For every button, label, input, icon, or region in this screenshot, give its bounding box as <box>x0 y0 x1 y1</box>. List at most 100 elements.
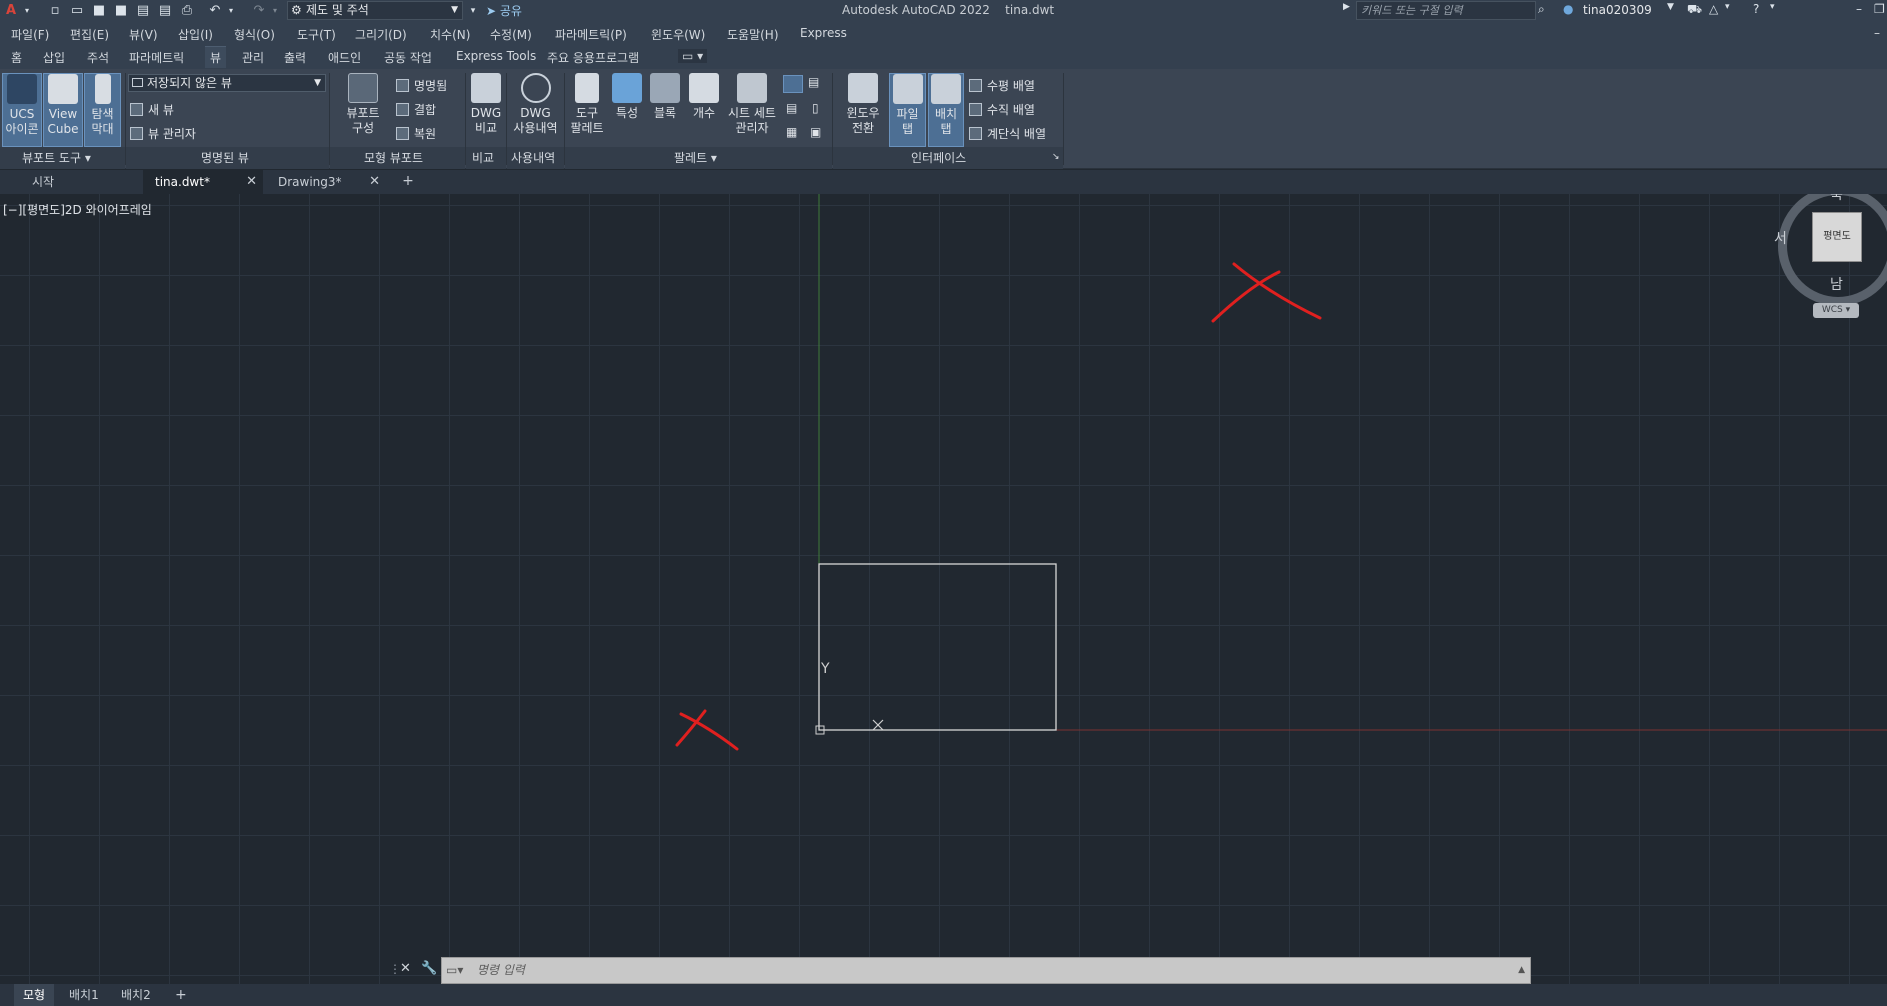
drawing-canvas[interactable]: [−][평면도]2D 와이어프레임 Y 평면도 북 남 <box>0 194 1887 984</box>
cascade-button[interactable]: 계단식 배열 <box>969 125 1046 142</box>
menu-parametric[interactable]: 파라메트릭(P) <box>555 26 627 43</box>
tab-parametric[interactable]: 파라메트릭 <box>129 49 184 66</box>
open-web-icon[interactable]: ▤ <box>134 2 152 20</box>
tab-collaborate[interactable]: 공동 작업 <box>384 49 432 66</box>
tab-express-tools[interactable]: Express Tools <box>456 49 536 63</box>
file-tab-drawing3[interactable]: Drawing3* ✕ <box>266 170 386 194</box>
tab-output[interactable]: 출력 <box>284 49 306 66</box>
autodesk-a360-icon[interactable]: △ <box>1709 2 1718 16</box>
ucs-icon-button[interactable]: UCS 아이콘 <box>2 73 42 147</box>
wrench-icon[interactable]: 🔧 <box>421 961 437 976</box>
user-icon[interactable]: ● <box>1563 2 1573 16</box>
command-history-icon[interactable]: ▭▾ <box>446 958 463 983</box>
chevron-down-icon[interactable]: ▾ <box>1725 2 1730 12</box>
compass-north[interactable]: 북 <box>1830 194 1843 204</box>
tab-featured-apps[interactable]: 주요 응용프로그램 <box>547 49 639 66</box>
close-icon[interactable]: ✕ <box>369 170 380 194</box>
drawn-rectangle[interactable] <box>819 564 1056 730</box>
named-viewports-button[interactable]: 명명됨 <box>396 77 447 94</box>
close-icon[interactable]: ✕ <box>400 961 411 976</box>
command-input[interactable]: ▭▾ 명령 입력 ▲ <box>441 957 1531 984</box>
chevron-right-icon[interactable]: ▶ <box>1343 2 1350 12</box>
block-button[interactable]: 블록 <box>647 73 683 121</box>
open-folder-icon[interactable]: ▭ <box>68 2 86 20</box>
undo-dropdown-icon[interactable]: ▾ <box>222 2 240 20</box>
close-drawing-icon[interactable]: – <box>1874 26 1880 40</box>
chevron-down-icon[interactable]: ▾ <box>1770 2 1775 12</box>
menu-dimension[interactable]: 치수(N) <box>430 26 470 43</box>
user-name[interactable]: tina020309 <box>1583 3 1652 17</box>
viewcube[interactable]: 평면도 북 남 서 <box>1778 194 1887 306</box>
chevron-up-icon[interactable]: ▲ <box>1518 958 1525 983</box>
ribbon-minimize-toggle[interactable]: ▭ ▾ <box>678 49 707 63</box>
restore-icon[interactable]: ❐ <box>1874 2 1885 16</box>
tab-insert[interactable]: 삽입 <box>43 49 65 66</box>
view-manager-button[interactable]: 뷰 관리자 <box>130 125 196 142</box>
panel-label-viewport-tools[interactable]: 뷰포트 도구 ▾ <box>22 149 91 166</box>
menu-modify[interactable]: 수정(M) <box>490 26 532 43</box>
tab-home[interactable]: 홈 <box>11 49 22 66</box>
new-tab-plus-icon[interactable]: + <box>400 174 416 190</box>
restore-viewports-button[interactable]: 복원 <box>396 125 436 142</box>
chevron-down-icon[interactable]: ▾ <box>18 2 36 20</box>
tab-annotate[interactable]: 주석 <box>87 49 109 66</box>
layout-tab-layout1[interactable]: 배치1 <box>60 984 108 1006</box>
calculator-icon[interactable]: ▯ <box>812 101 819 115</box>
join-viewports-button[interactable]: 결합 <box>396 101 436 118</box>
viewcube-button[interactable]: View Cube <box>43 73 83 147</box>
new-view-button[interactable]: 새 뷰 <box>130 101 174 118</box>
command-line-toggle[interactable] <box>783 75 803 93</box>
plot-icon[interactable]: ⎙ <box>178 2 196 20</box>
layout-tab-layout2[interactable]: 배치2 <box>112 984 160 1006</box>
share-button[interactable]: ➤ 공유 <box>486 2 522 19</box>
layout-tab-model[interactable]: 모형 <box>14 984 54 1006</box>
menu-tools[interactable]: 도구(T) <box>297 26 336 43</box>
layers-palette-icon[interactable]: ▤ <box>808 75 819 89</box>
menu-view[interactable]: 뷰(V) <box>129 26 158 43</box>
markup-set-icon[interactable]: ▣ <box>810 125 821 139</box>
menu-draw[interactable]: 그리기(D) <box>355 26 407 43</box>
menu-help[interactable]: 도움말(H) <box>727 26 779 43</box>
tab-view[interactable]: 뷰 <box>205 46 226 68</box>
tile-vertical-button[interactable]: 수직 배열 <box>969 101 1035 118</box>
compass-south[interactable]: 남 <box>1830 274 1843 294</box>
properties-button[interactable]: 특성 <box>609 73 645 121</box>
switch-windows-button[interactable]: 윈도우 전환 <box>838 73 888 136</box>
minimize-icon[interactable]: – <box>1856 2 1862 16</box>
tab-addins[interactable]: 애드인 <box>328 49 361 66</box>
named-view-dropdown[interactable]: 저장되지 않은 뷰 ▼ <box>128 74 326 92</box>
menu-file[interactable]: 파일(F) <box>11 26 49 43</box>
sheet-set-manager-button[interactable]: 시트 세트 관리자 <box>724 73 780 136</box>
count-button[interactable]: 개수 <box>686 73 722 121</box>
save-icon[interactable]: ■ <box>90 2 108 20</box>
menu-express[interactable]: Express <box>800 26 847 40</box>
navbar-button[interactable]: 탐색 막대 <box>84 73 121 147</box>
tool-palettes-button[interactable]: 도구 팔레트 <box>567 73 607 136</box>
dwg-compare-button[interactable]: DWG 비교 <box>467 73 505 136</box>
file-tab-start[interactable]: 시작 <box>20 170 140 194</box>
dialog-launcher-icon[interactable]: ↘ <box>1052 152 1060 162</box>
external-references-icon[interactable]: ▤ <box>786 101 797 115</box>
tile-horizontal-button[interactable]: 수평 배열 <box>969 77 1035 94</box>
menu-insert[interactable]: 삽입(I) <box>178 26 213 43</box>
file-tab-tina[interactable]: tina.dwt* ✕ <box>143 170 263 194</box>
dwg-history-button[interactable]: DWG 사용내역 <box>508 73 563 136</box>
search-icon[interactable]: ⌕ <box>1538 2 1545 17</box>
tab-manage[interactable]: 관리 <box>242 49 264 66</box>
workspace-select[interactable]: ⚙ 제도 및 주석 ▼ <box>287 1 463 20</box>
cart-icon[interactable]: ⛟ <box>1687 2 1702 18</box>
layout-tab-toggle[interactable]: 배치 탭 <box>928 73 964 147</box>
design-center-icon[interactable]: ▦ <box>786 125 797 139</box>
menu-window[interactable]: 윈도우(W) <box>651 26 705 43</box>
compass-west[interactable]: 서 <box>1774 228 1787 248</box>
panel-label-palettes[interactable]: 팔레트 ▾ <box>674 149 717 166</box>
close-icon[interactable]: ✕ <box>246 170 257 194</box>
chevron-down-icon[interactable]: ▼ <box>1667 2 1674 12</box>
save-as-icon[interactable]: ■ <box>112 2 130 20</box>
new-file-icon[interactable]: ▫ <box>46 2 64 20</box>
menu-format[interactable]: 형식(O) <box>234 26 275 43</box>
add-layout-plus-icon[interactable]: + <box>166 984 196 1006</box>
viewport-config-button[interactable]: 뷰포트 구성 <box>338 73 388 136</box>
search-input[interactable]: 키워드 또는 구절 입력 <box>1356 1 1536 20</box>
menu-edit[interactable]: 편집(E) <box>70 26 109 43</box>
